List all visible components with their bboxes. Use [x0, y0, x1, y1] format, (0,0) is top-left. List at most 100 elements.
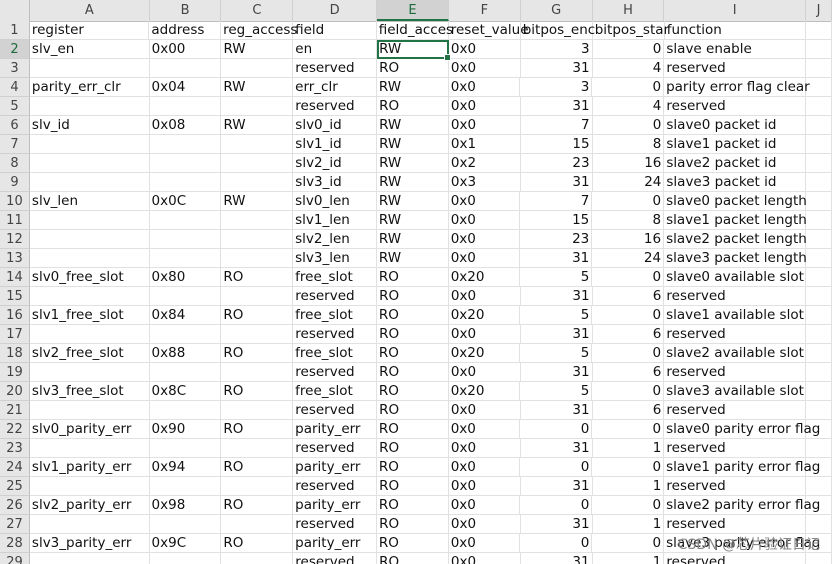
- cell-j8[interactable]: [806, 154, 832, 173]
- cell-i10[interactable]: slave0 packet length: [664, 192, 807, 211]
- cell-i6[interactable]: slave0 packet id: [664, 116, 807, 135]
- cell-h23[interactable]: 1: [592, 439, 665, 458]
- cell-g9[interactable]: 31: [520, 173, 593, 192]
- cell-d27[interactable]: reserved: [293, 515, 378, 534]
- cell-h22[interactable]: 0: [592, 420, 665, 439]
- row-header[interactable]: 29: [0, 553, 30, 564]
- cell-f20[interactable]: 0x20: [448, 382, 521, 401]
- cell-b22[interactable]: 0x90: [149, 420, 222, 439]
- cell-d8[interactable]: slv2_id: [293, 154, 378, 173]
- cell-b23[interactable]: [149, 439, 222, 458]
- cell-f19[interactable]: 0x0: [448, 363, 521, 382]
- cell-e29[interactable]: RO: [377, 553, 449, 564]
- cell-d18[interactable]: free_slot: [293, 344, 377, 363]
- cell-a3[interactable]: [29, 59, 150, 78]
- cell-i11[interactable]: slave1 packet length: [664, 211, 807, 230]
- row-header[interactable]: 27: [0, 515, 30, 534]
- cell-g27[interactable]: 31: [520, 515, 593, 534]
- cell-b20[interactable]: 0x8C: [149, 382, 222, 401]
- cell-a15[interactable]: [29, 287, 150, 306]
- cell-j12[interactable]: [806, 230, 832, 249]
- row-header[interactable]: 12: [0, 230, 30, 249]
- cell-g17[interactable]: 31: [520, 325, 593, 344]
- cell-b27[interactable]: [149, 515, 222, 534]
- cell-j24[interactable]: [806, 458, 832, 477]
- cell-i4[interactable]: parity error flag clear: [664, 78, 810, 97]
- cell-c10[interactable]: RW: [221, 192, 294, 211]
- column-header-g[interactable]: G: [521, 0, 593, 21]
- cell-g7[interactable]: 15: [520, 135, 593, 154]
- cell-b9[interactable]: [149, 173, 222, 192]
- cell-a5[interactable]: [29, 97, 150, 116]
- cell-d14[interactable]: free_slot: [293, 268, 377, 287]
- cell-b21[interactable]: [149, 401, 222, 420]
- cell-f1[interactable]: reset_value: [448, 21, 529, 40]
- cell-h16[interactable]: 0: [592, 306, 665, 325]
- row-header[interactable]: 2: [0, 40, 30, 59]
- cell-d6[interactable]: slv0_id: [293, 116, 378, 135]
- fill-handle[interactable]: [443, 54, 451, 61]
- row-header[interactable]: 16: [0, 306, 30, 325]
- cell-h25[interactable]: 1: [592, 477, 665, 496]
- cell-f21[interactable]: 0x0: [448, 401, 521, 420]
- cell-g8[interactable]: 23: [520, 154, 593, 173]
- cell-h3[interactable]: 4: [592, 59, 665, 78]
- cell-i2[interactable]: slave enable: [664, 40, 807, 59]
- cell-f2[interactable]: 0x0: [448, 40, 521, 59]
- cell-f14[interactable]: 0x20: [448, 268, 521, 287]
- cell-d21[interactable]: reserved: [293, 401, 378, 420]
- cell-b15[interactable]: [149, 287, 222, 306]
- cell-f23[interactable]: 0x0: [448, 439, 521, 458]
- cell-j26[interactable]: [806, 496, 832, 515]
- cell-e6[interactable]: RW: [377, 116, 449, 135]
- cell-d24[interactable]: parity_err: [293, 458, 377, 477]
- cell-e14[interactable]: RO: [376, 268, 449, 287]
- cell-i15[interactable]: reserved: [664, 287, 807, 306]
- cell-h8[interactable]: 16: [592, 154, 665, 173]
- cell-a14[interactable]: slv0_free_slot: [29, 268, 150, 287]
- cell-e7[interactable]: RW: [377, 135, 449, 154]
- cell-f22[interactable]: 0x0: [448, 420, 521, 439]
- column-header-j[interactable]: J: [806, 0, 832, 21]
- cell-h14[interactable]: 0: [592, 268, 665, 287]
- cell-a11[interactable]: [29, 211, 150, 230]
- column-header-c[interactable]: C: [221, 0, 294, 21]
- cell-g28[interactable]: 0: [520, 534, 593, 553]
- cell-e11[interactable]: RW: [376, 211, 449, 230]
- cell-a6[interactable]: slv_id: [29, 116, 150, 135]
- cell-j7[interactable]: [806, 135, 832, 154]
- cell-e13[interactable]: RW: [376, 249, 449, 268]
- cell-h15[interactable]: 6: [592, 287, 665, 306]
- cell-j22[interactable]: [806, 420, 832, 439]
- cell-h27[interactable]: 1: [592, 515, 665, 534]
- cell-e28[interactable]: RO: [376, 534, 449, 553]
- row-header[interactable]: 17: [0, 325, 30, 344]
- row-header[interactable]: 1: [0, 21, 30, 40]
- cell-h12[interactable]: 16: [592, 230, 665, 249]
- cell-g13[interactable]: 31: [520, 249, 593, 268]
- row-header[interactable]: 4: [0, 78, 30, 97]
- row-header[interactable]: 22: [0, 420, 30, 439]
- cell-d12[interactable]: slv2_len: [293, 230, 377, 249]
- cell-g12[interactable]: 23: [520, 230, 593, 249]
- cell-a21[interactable]: [29, 401, 150, 420]
- cell-b18[interactable]: 0x88: [149, 344, 222, 363]
- cell-i9[interactable]: slave3 packet id: [664, 173, 807, 192]
- cell-h19[interactable]: 6: [592, 363, 665, 382]
- cell-e20[interactable]: RO: [376, 382, 449, 401]
- cell-i25[interactable]: reserved: [664, 477, 807, 496]
- cell-a25[interactable]: [29, 477, 150, 496]
- cell-j10[interactable]: [806, 192, 832, 211]
- cell-f24[interactable]: 0x0: [448, 458, 521, 477]
- cell-g1[interactable]: bitpos_enc: [520, 21, 595, 40]
- cell-d3[interactable]: reserved: [293, 59, 378, 78]
- cell-b8[interactable]: [149, 154, 222, 173]
- cell-i20[interactable]: slave3 available slot: [664, 382, 807, 401]
- row-header[interactable]: 8: [0, 154, 30, 173]
- cell-d13[interactable]: slv3_len: [293, 249, 377, 268]
- cell-g4[interactable]: 3: [520, 78, 593, 97]
- cell-j9[interactable]: [806, 173, 832, 192]
- cell-j19[interactable]: [806, 363, 832, 382]
- cell-f17[interactable]: 0x0: [448, 325, 521, 344]
- cell-g29[interactable]: 31: [521, 553, 593, 564]
